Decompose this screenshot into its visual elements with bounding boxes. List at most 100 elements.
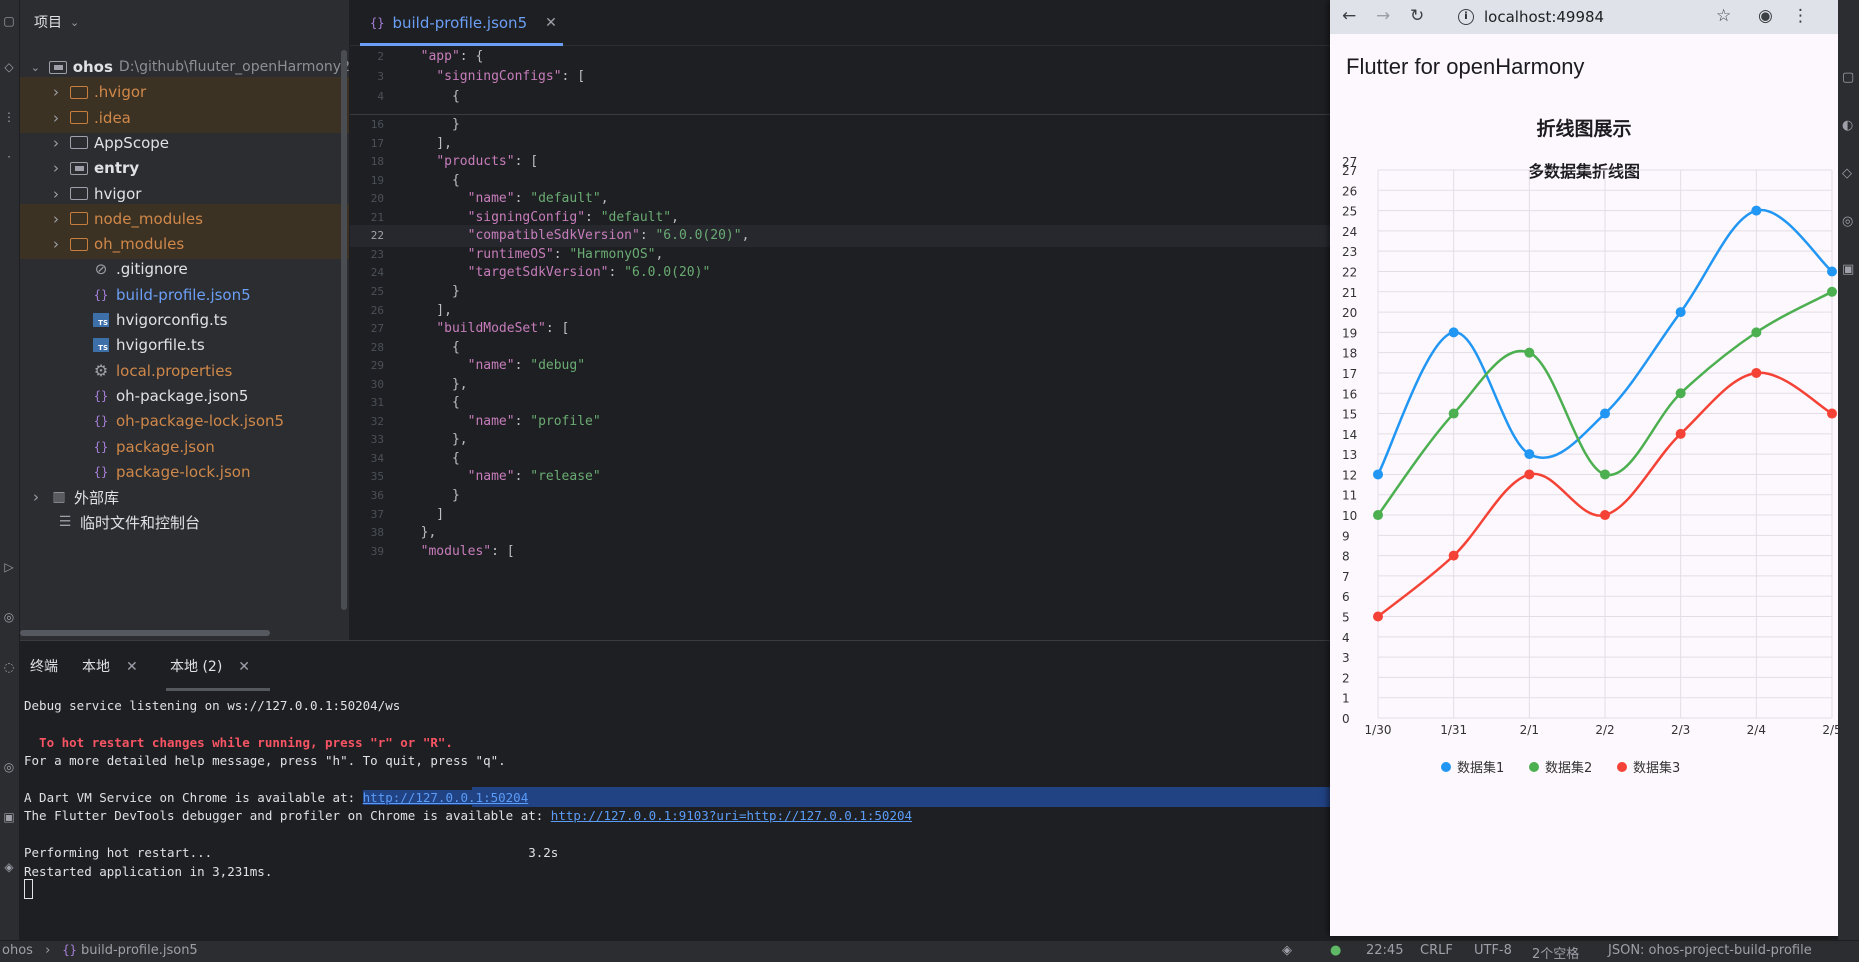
structure-tool-icon[interactable]: ⋮	[2, 110, 16, 124]
legend-label: 数据集3	[1633, 760, 1680, 776]
y-tick-label: 8	[1342, 550, 1350, 564]
reload-icon[interactable]: ↻	[1410, 6, 1424, 26]
database-icon[interactable]: ◎	[1842, 214, 1853, 229]
tree-item-临时文件和控制台[interactable]: ☰ 临时文件和控制台	[20, 507, 349, 537]
y-tick-label: 26	[1342, 184, 1357, 198]
y-tick-label: 3	[1342, 651, 1350, 665]
typescript-file-icon: TS	[92, 337, 110, 353]
x-tick-label: 2/2	[1595, 723, 1614, 737]
terminal-line: For a more detailed help message, press …	[24, 750, 506, 772]
line-ending[interactable]: CRLF	[1420, 943, 1453, 958]
y-tick-label: 25	[1342, 205, 1357, 219]
data-point-series-2	[1373, 510, 1383, 521]
tab-local[interactable]: 本地 ✕	[82, 656, 138, 676]
code-line[interactable]: 3 "signingConfigs": [	[350, 66, 1335, 88]
editor-tab-bar: {} build-profile.json5 ✕	[350, 0, 1335, 46]
address-bar[interactable]: i localhost:49984	[1450, 3, 1710, 31]
close-icon[interactable]: ✕	[238, 659, 250, 675]
breadcrumb-root[interactable]: ohos	[2, 943, 33, 958]
caret-position[interactable]: 22:45	[1366, 943, 1403, 958]
code-line[interactable]: 2 "app": {	[350, 46, 1335, 68]
ai-assistant-icon[interactable]: ◇	[1842, 166, 1852, 181]
code-line[interactable]: 4 {	[350, 86, 1335, 108]
problems-tool-icon[interactable]: ◎	[2, 760, 16, 774]
editor-tab-build-profile[interactable]: {} build-profile.json5 ✕	[360, 0, 567, 46]
data-point-series-3	[1448, 550, 1459, 561]
project-vertical-scrollbar[interactable]	[341, 50, 347, 610]
excluded-folder-icon	[70, 110, 88, 126]
device-icon[interactable]: ▣	[1842, 262, 1854, 277]
project-horizontal-scrollbar[interactable]	[20, 630, 270, 636]
close-icon[interactable]: ✕	[545, 15, 557, 31]
module-folder-icon	[70, 160, 88, 176]
tree-item-label: oh-package-lock.json5	[116, 412, 285, 431]
profile-icon[interactable]: ◉	[1758, 6, 1773, 26]
legend-marker-1	[1441, 762, 1451, 772]
back-icon[interactable]: ←	[1342, 6, 1356, 26]
commit-tool-icon[interactable]: ◇	[2, 60, 16, 74]
y-tick-label: 23	[1342, 245, 1357, 259]
data-point-series-1	[1600, 408, 1610, 419]
breadcrumb[interactable]: ohos › {} build-profile.json5	[2, 943, 198, 958]
browser-toolbar: ← → ↻ i localhost:49984 ☆ ◉ ⋮	[1330, 0, 1838, 34]
git-tool-icon[interactable]: ◈	[2, 860, 16, 874]
y-tick-label: 11	[1342, 489, 1357, 503]
app-title: Flutter for openHarmony	[1346, 54, 1585, 79]
services-tool-icon[interactable]: ◎	[2, 610, 16, 624]
chevron-right-icon[interactable]: ›	[48, 210, 64, 228]
chevron-right-icon[interactable]: ›	[48, 134, 64, 152]
forward-icon[interactable]: →	[1376, 6, 1390, 26]
close-icon[interactable]: ✕	[126, 659, 138, 675]
data-point-series-2	[1600, 469, 1610, 480]
notifications-icon[interactable]: ▢	[1842, 70, 1854, 85]
notifications-icon[interactable]: ◈	[1282, 943, 1292, 958]
site-info-icon[interactable]: i	[1458, 9, 1474, 25]
terminal-link[interactable]: http://127.0.0.1:9103?uri=http://127.0.0…	[551, 808, 912, 823]
json-schema[interactable]: JSON: ohos-project-build-profile	[1608, 943, 1812, 958]
folder-icon	[70, 135, 88, 151]
chevron-right-icon[interactable]: ›	[48, 83, 64, 101]
bookmark-star-icon[interactable]: ☆	[1716, 6, 1731, 26]
module-folder-icon	[48, 59, 67, 75]
chevron-down-icon[interactable]: ⌄	[28, 61, 43, 74]
typescript-file-icon: TS	[92, 312, 110, 328]
x-tick-label: 1/30	[1365, 723, 1392, 737]
chevron-right-icon[interactable]: ›	[48, 159, 64, 177]
tree-item-label: .gitignore	[116, 260, 188, 279]
chart-page: 折线图展示 多数据集折线图 0 1 2 3 4 5 6 7 8 9 10 11 12 13 14 15 16 17…	[1330, 100, 1838, 936]
app-bar: Flutter for openHarmony	[1330, 34, 1838, 100]
tree-item-label: oh_modules	[94, 235, 185, 254]
project-panel-header[interactable]: 项目 ⌄	[20, 0, 349, 44]
terminal-panel: 终端 本地 ✕ 本地 (2) ✕ Debug service listening o…	[20, 640, 1335, 940]
project-tool-icon[interactable]: ▢	[2, 14, 16, 28]
indent-setting[interactable]: 2个空格	[1532, 943, 1579, 962]
chevron-right-icon[interactable]: ›	[48, 185, 64, 203]
terminal-line-text: Restarted application in 3,231ms.	[24, 864, 273, 879]
terminal-tool-icon[interactable]: ▣	[2, 810, 16, 824]
chevron-right-icon[interactable]: ›	[28, 488, 44, 506]
menu-kebab-icon[interactable]: ⋮	[1792, 6, 1809, 26]
terminal-line: Debug service listening on ws://127.0.0.…	[24, 695, 400, 717]
x-tick-label: 2/5	[1822, 723, 1838, 737]
breadcrumb-file[interactable]: build-profile.json5	[81, 943, 198, 958]
y-tick-label: 2	[1342, 671, 1350, 685]
tab-local-2[interactable]: 本地 (2) ✕	[170, 656, 250, 676]
tree-item-label: build-profile.json5	[116, 285, 251, 304]
code-line[interactable]: 39 "modules": [	[350, 541, 1335, 563]
code-text: "app": {	[420, 49, 484, 64]
terminal-link[interactable]: http://127.0.0.1:50204	[362, 790, 529, 805]
terminal-line-text: The Flutter DevTools debugger and profil…	[24, 808, 551, 823]
legend-marker-3	[1617, 762, 1627, 772]
data-point-series-3	[1827, 408, 1837, 419]
chevron-right-icon[interactable]: ›	[48, 235, 64, 253]
build-tool-icon[interactable]: ◌	[2, 660, 16, 674]
chevron-right-icon[interactable]: ›	[48, 109, 64, 127]
gitignore-file-icon: ⊘	[94, 260, 108, 279]
data-point-series-1	[1524, 449, 1535, 460]
file-encoding[interactable]: UTF-8	[1474, 943, 1512, 958]
chevron-down-icon: ⌄	[70, 15, 80, 29]
run-tool-icon[interactable]: ▷	[2, 560, 16, 574]
copilot-icon[interactable]: ◐	[1842, 118, 1853, 133]
line-chart: 0123456789101112131415161718192021222324…	[1342, 155, 1838, 776]
more-tools-icon[interactable]: ·	[2, 150, 16, 164]
